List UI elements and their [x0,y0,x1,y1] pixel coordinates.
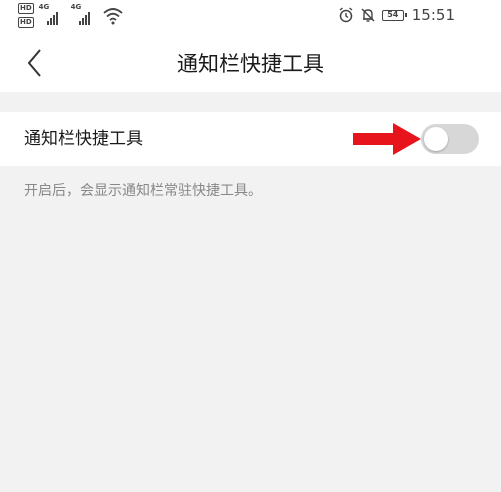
signal-icon [46,12,58,25]
notification-shortcuts-toggle[interactable] [421,124,479,154]
status-right: 54 15:51 [338,6,455,24]
sim2-network-type: 4G [70,3,82,11]
red-arrow-icon [353,123,421,155]
screen: HD HD 4G 4G 54 15:51 通知栏快捷工具 通知栏快捷工具 开启后… [0,0,501,492]
page-title: 通知栏快捷工具 [177,52,324,76]
hd-badge-2: HD [18,17,34,28]
mute-icon [361,8,375,22]
signal-group: HD HD 4G 4G [18,3,123,28]
header: 通知栏快捷工具 [0,34,501,92]
battery-icon: 54 [381,9,407,21]
setting-description: 开启后，会显示通知栏常驻快捷工具。 [24,183,262,199]
battery-level: 54 [387,10,399,19]
sim2-signal: 4G [71,3,97,27]
hd-label-2: HD [18,17,34,28]
alarm-icon [339,7,353,23]
status-time: 15:51 [411,6,455,24]
status-bar: HD HD 4G 4G 54 15:51 [0,0,501,34]
hd-badge-1: HD [18,3,34,14]
wifi-icon [103,8,123,25]
hd-label-1: HD [18,3,34,14]
hd-badges: HD HD [18,3,34,28]
sim1-network-type: 4G [38,3,50,11]
toggle-knob [424,127,448,151]
top-area: HD HD 4G 4G 54 15:51 通知栏快捷工具 [0,0,501,92]
signal-icon [78,12,90,25]
sim1-signal: 4G [39,3,65,27]
setting-label: 通知栏快捷工具 [24,129,143,149]
